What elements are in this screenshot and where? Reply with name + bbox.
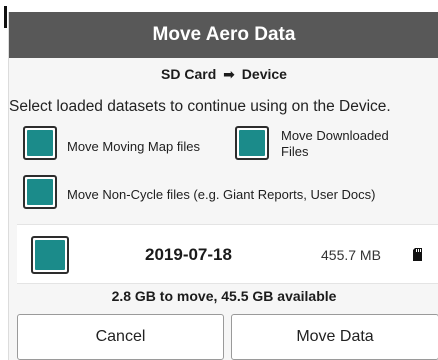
moving-map-label: Move Moving Map files [67,139,200,154]
downloaded-files-checkbox[interactable] [235,126,269,160]
checkbox-checked-fill [27,130,53,156]
dataset-date: 2019-07-18 [145,245,232,264]
checkbox-checked-fill [35,240,65,270]
non-cycle-label: Move Non-Cycle files (e.g. Giant Reports… [67,187,376,202]
downloaded-files-label-line2: Files [281,144,309,159]
route-destination: Device [241,66,287,82]
move-data-button[interactable]: Move Data [231,314,438,360]
move-aero-data-dialog: Move Aero Data SD Card ➡ Device Select l… [8,12,438,360]
moving-map-checkbox[interactable] [23,126,57,160]
right-arrow-icon: ➡ [223,66,235,82]
dataset-size: 455.7 MB [321,247,381,263]
instructions-text: Select loaded datasets to continue using… [9,98,391,115]
checkbox-checked-fill [27,179,53,205]
transfer-route: SD Card ➡ Device [9,66,438,83]
sd-card-icon [413,248,422,261]
dataset-row[interactable]: 2019-07-18 455.7 MB [17,224,438,284]
checkbox-checked-fill [239,130,265,156]
dialog-title: Move Aero Data [152,24,296,45]
route-source: SD Card [161,66,217,82]
transfer-summary: 2.8 GB to move, 45.5 GB available [111,288,337,304]
downloaded-files-label-line1: Move Downloaded [281,128,389,143]
window-corner-mark [4,6,7,28]
dialog-title-bar: Move Aero Data [9,12,438,58]
cancel-button[interactable]: Cancel [17,314,224,360]
screen-edge [0,0,8,360]
non-cycle-checkbox[interactable] [23,175,57,209]
dataset-checkbox[interactable] [31,236,69,274]
downloaded-files-label: Move Downloaded Files [281,128,389,160]
